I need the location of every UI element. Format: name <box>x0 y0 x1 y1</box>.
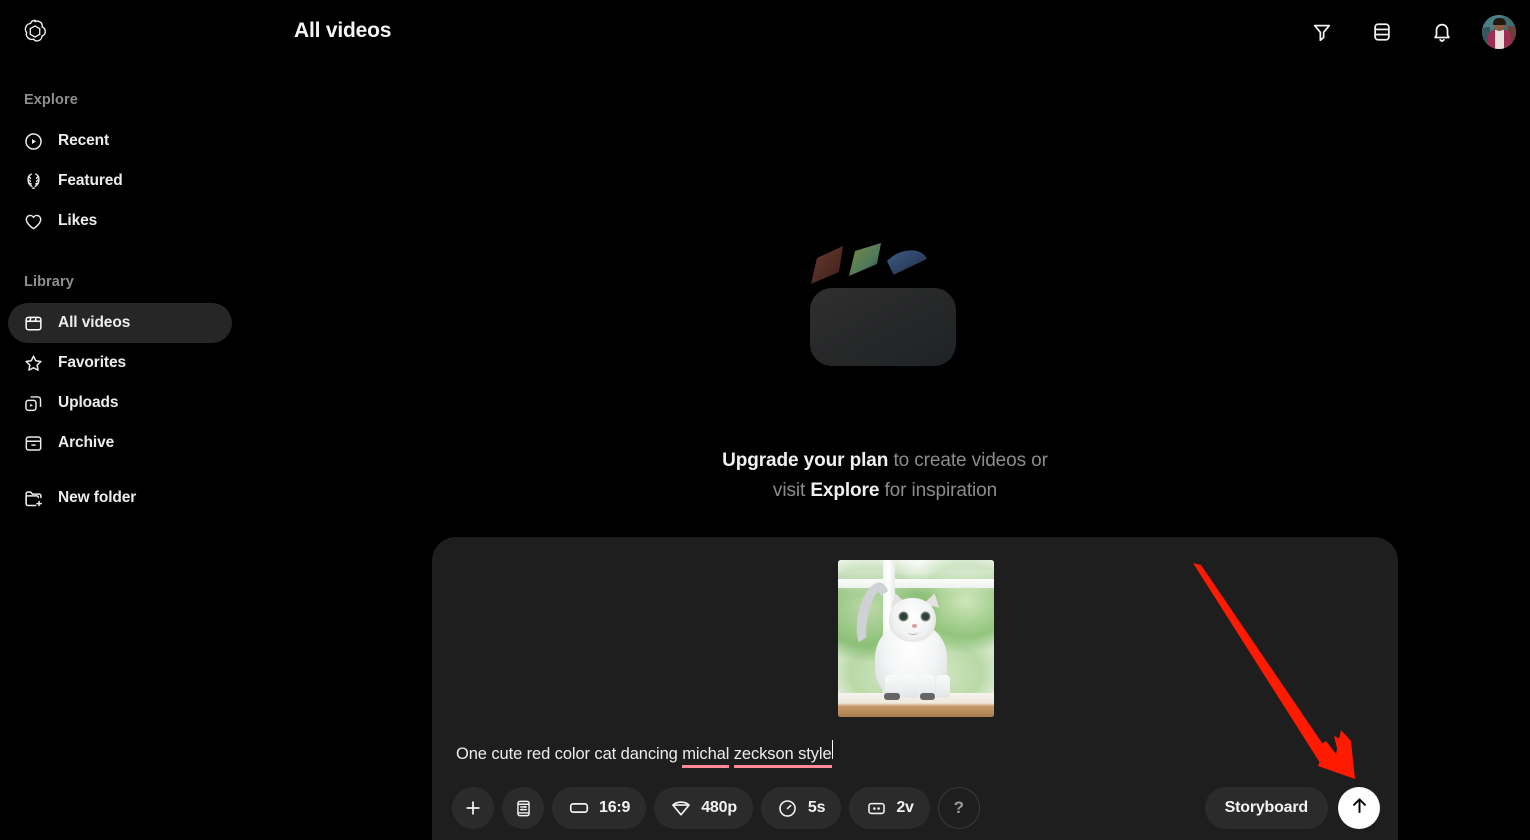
prompt-misspelled-word-1: michal <box>682 745 729 768</box>
text-caret <box>831 740 834 759</box>
sidebar-item-label: All videos <box>58 314 131 331</box>
heart-icon <box>22 210 44 232</box>
avatar[interactable] <box>1482 15 1516 49</box>
variations-label: 2v <box>896 799 914 816</box>
variations-button[interactable]: 2v <box>849 787 930 829</box>
aspect-ratio-button[interactable]: 16:9 <box>552 787 647 829</box>
attached-image[interactable] <box>838 560 994 717</box>
explore-pre: visit <box>772 480 811 501</box>
sidebar-item-label: Likes <box>58 212 98 229</box>
prompt-input[interactable]: One cute red color cat dancing michal ze… <box>456 740 956 768</box>
attachment-area <box>838 560 994 717</box>
filter-icon[interactable] <box>1302 12 1342 52</box>
duration-button[interactable]: 5s <box>760 787 842 829</box>
header-actions <box>1302 12 1516 52</box>
question-mark-icon: ? <box>953 798 964 817</box>
prompt-segment-1: One cute red color cat dancing <box>456 745 683 763</box>
top-header: All videos <box>0 0 1530 64</box>
duration-label: 5s <box>807 799 826 816</box>
plus-icon <box>462 797 484 819</box>
sidebar-item-label: Uploads <box>58 394 119 411</box>
play-circle-icon <box>22 130 44 152</box>
clock-icon <box>777 797 799 819</box>
explore-strong[interactable]: Explore <box>810 480 879 501</box>
resolution-label: 480p <box>701 799 737 816</box>
composer-actions: Storyboard <box>1204 786 1380 830</box>
upload-video-icon <box>22 392 44 414</box>
page-title: All videos <box>294 19 392 42</box>
bell-icon[interactable] <box>1422 12 1462 52</box>
submit-button[interactable] <box>1338 787 1380 829</box>
variations-icon <box>865 797 887 819</box>
composer-toolbar: 16:9 480p 5s 2v ? <box>452 786 980 830</box>
sidebar-item-likes[interactable]: Likes <box>8 201 232 241</box>
sidebar-item-recent[interactable]: Recent <box>8 121 232 161</box>
sidebar-item-new-folder[interactable]: New folder <box>8 478 232 518</box>
empty-state-message: Upgrade your plan to create videos or vi… <box>722 446 1048 506</box>
sidebar-item-uploads[interactable]: Uploads <box>8 383 232 423</box>
layout-rows-icon[interactable] <box>1362 12 1402 52</box>
arrow-up-icon <box>1349 795 1370 821</box>
sidebar-item-archive[interactable]: Archive <box>8 423 232 463</box>
cameo-button[interactable] <box>502 787 544 829</box>
clapperboard-gradient-icon <box>805 236 965 396</box>
sidebar-section-explore-label: Explore <box>24 92 78 108</box>
sidebar: Explore Recent Featured Likes Library Al… <box>0 64 240 840</box>
empty-state: Upgrade your plan to create videos or vi… <box>240 64 1530 537</box>
archive-icon <box>22 432 44 454</box>
sidebar-item-label: Recent <box>58 132 110 149</box>
folder-plus-icon <box>22 487 44 509</box>
sidebar-section-library-label: Library <box>24 274 74 290</box>
explore-rest: for inspiration <box>879 480 998 501</box>
sidebar-item-all-videos[interactable]: All videos <box>8 303 232 343</box>
prompt-composer: One cute red color cat dancing michal ze… <box>432 537 1398 840</box>
sidebar-item-label: Archive <box>58 434 115 451</box>
laurel-icon <box>22 170 44 192</box>
star-icon <box>22 352 44 374</box>
sidebar-item-favorites[interactable]: Favorites <box>8 343 232 383</box>
sidebar-item-label: Featured <box>58 172 123 189</box>
upgrade-plan-strong: Upgrade your plan <box>722 450 889 471</box>
resolution-button[interactable]: 480p <box>654 787 753 829</box>
sidebar-item-label: New folder <box>58 489 137 506</box>
help-button[interactable]: ? <box>937 787 980 829</box>
diamond-icon <box>670 797 692 819</box>
storyboard-button[interactable]: Storyboard <box>1204 787 1328 829</box>
sidebar-item-label: Favorites <box>58 354 127 371</box>
aspect-ratio-label: 16:9 <box>599 799 631 816</box>
add-attachment-button[interactable] <box>452 787 494 829</box>
prompt-misspelled-word-2: zeckson style <box>733 745 832 768</box>
storyboard-button-label: Storyboard <box>1224 799 1309 816</box>
book-sliders-icon <box>512 797 534 819</box>
upgrade-plan-rest: to create videos or <box>888 450 1048 471</box>
clapperboard-icon <box>22 312 44 334</box>
openai-logo-icon[interactable] <box>19 16 51 48</box>
aspect-ratio-icon <box>568 797 590 819</box>
sidebar-item-featured[interactable]: Featured <box>8 161 232 201</box>
app-root: All videos Explore Recent Featured Likes… <box>0 0 1530 840</box>
